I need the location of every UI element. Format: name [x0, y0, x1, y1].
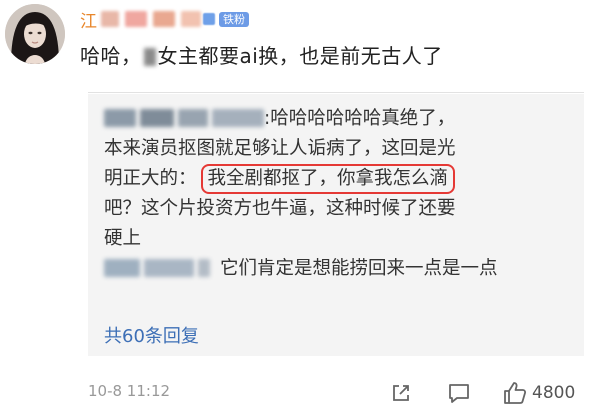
reply-author-redacted[interactable] — [140, 109, 174, 127]
reply-author-redacted[interactable] — [104, 259, 140, 277]
vip-badge-icon — [203, 13, 215, 25]
redacted-text — [143, 48, 156, 66]
comment-text-start: 哈哈， — [80, 44, 142, 68]
username[interactable]: 江 — [80, 7, 97, 32]
username-redacted — [181, 11, 201, 27]
reply-author-redacted[interactable] — [144, 259, 194, 277]
reply-author-redacted[interactable] — [178, 109, 208, 127]
username-redacted — [101, 11, 119, 27]
fan-badge: 铁粉 — [219, 11, 249, 27]
comment-text-end: 女主都要ai换，也是前无古人了 — [157, 44, 443, 68]
reply-line: 吧？这个片投资方也牛逼，这种时候了还要 — [104, 198, 456, 219]
highlighted-quote: 我全剧都抠了，你拿我怎么滴 — [200, 164, 456, 194]
reply-line: 硬上 — [104, 228, 142, 249]
comment-icon[interactable] — [447, 382, 471, 408]
avatar[interactable] — [5, 4, 65, 64]
like-count: 4800 — [532, 383, 576, 403]
reply-line: 本来演员抠图就足够让人诟病了，这回是光 — [104, 138, 456, 159]
reply-line: 明正大的： 我全剧都抠了，你拿我怎么滴 — [104, 164, 574, 194]
like-icon[interactable] — [502, 380, 528, 410]
username-redacted — [153, 11, 175, 27]
reply-text: 哈哈哈哈哈哈真绝了， — [270, 108, 456, 129]
reply-line: 它们肯定是想能捞回来一点是一点 — [104, 254, 574, 284]
more-replies-link[interactable]: 共60条回复 — [104, 322, 199, 348]
reply-thread: :哈哈哈哈哈哈真绝了， 本来演员抠图就足够让人诟病了，这回是光 明正大的： 我全剧… — [104, 104, 574, 284]
reply-text: 明正大的： — [104, 168, 197, 189]
username-redacted — [125, 11, 147, 27]
reply-text: 它们肯定是想能捞回来一点是一点 — [220, 258, 498, 279]
reply-author-redacted[interactable] — [198, 259, 210, 277]
reply-author-redacted[interactable] — [212, 109, 264, 127]
timestamp: 10-8 11:12 — [88, 382, 171, 400]
reply-line: :哈哈哈哈哈哈真绝了， — [104, 104, 574, 134]
reply-author-redacted[interactable] — [104, 109, 136, 127]
username-row[interactable]: 江 铁粉 — [80, 7, 249, 32]
share-icon[interactable] — [390, 382, 412, 408]
divider — [88, 92, 584, 93]
comment-footer: 10-8 11:12 4800 — [0, 380, 592, 410]
comment-text: 哈哈， 女主都要ai换，也是前无古人了 — [80, 40, 443, 69]
